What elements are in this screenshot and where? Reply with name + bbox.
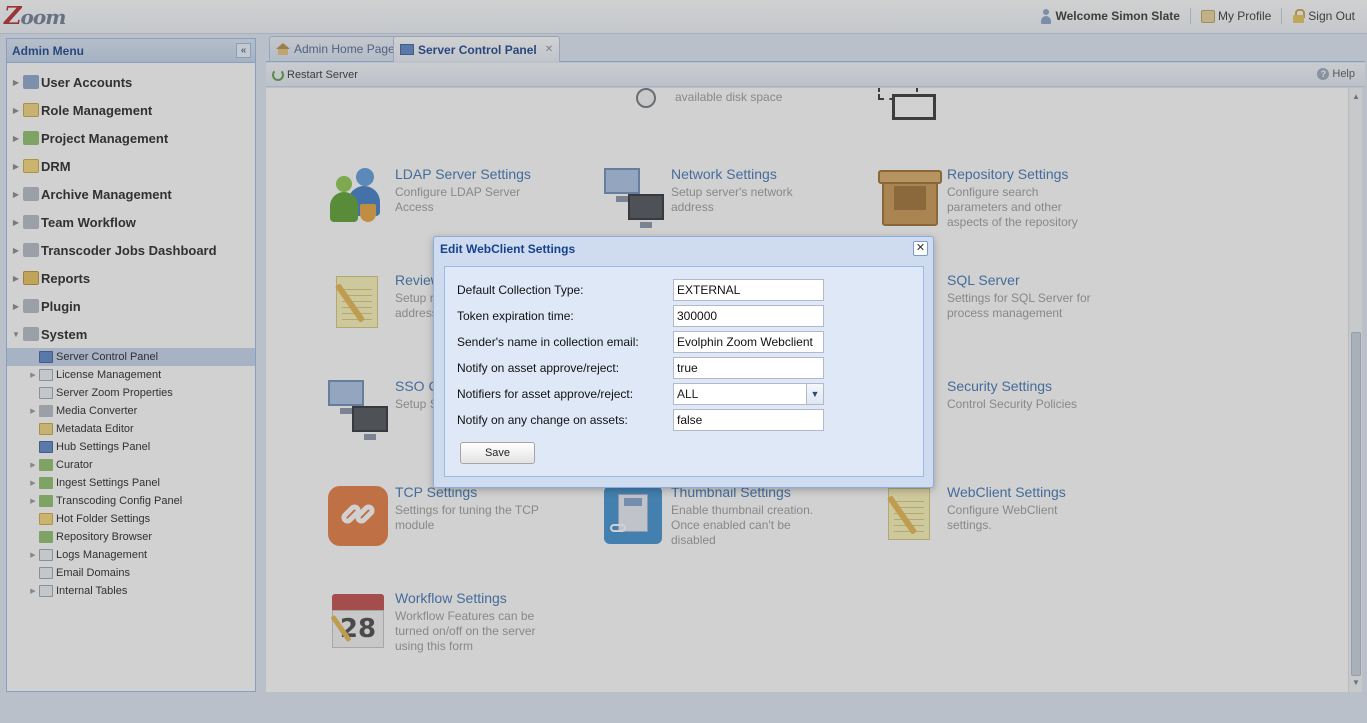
notify-any-change-input[interactable]: false <box>673 409 824 431</box>
notifiers-approve-reject-select[interactable]: ALL ▼ <box>673 383 824 405</box>
save-button[interactable]: Save <box>460 442 535 464</box>
sender-name-input[interactable]: Evolphin Zoom Webclient <box>673 331 824 353</box>
dialog-form: Default Collection Type: EXTERNAL Token … <box>444 266 924 477</box>
sender-name-row: Sender's name in collection email: Evolp… <box>457 331 917 353</box>
chevron-down-icon[interactable]: ▼ <box>806 384 823 404</box>
notifiers-approve-reject-row: Notifiers for asset approve/reject: ALL … <box>457 383 917 405</box>
default-collection-type-input[interactable]: EXTERNAL <box>673 279 824 301</box>
token-expiration-row: Token expiration time: 300000 <box>457 305 917 327</box>
default-collection-type-row: Default Collection Type: EXTERNAL <box>457 279 917 301</box>
token-expiration-input[interactable]: 300000 <box>673 305 824 327</box>
edit-webclient-settings-dialog: Edit WebClient Settings ✕ Default Collec… <box>433 236 934 488</box>
close-dialog-button[interactable]: ✕ <box>913 241 928 256</box>
notify-any-change-row: Notify on any change on assets: false <box>457 409 917 431</box>
notify-approve-reject-input[interactable]: true <box>673 357 824 379</box>
notify-approve-reject-row: Notify on asset approve/reject: true <box>457 357 917 379</box>
dialog-header: Edit WebClient Settings ✕ <box>434 237 933 261</box>
